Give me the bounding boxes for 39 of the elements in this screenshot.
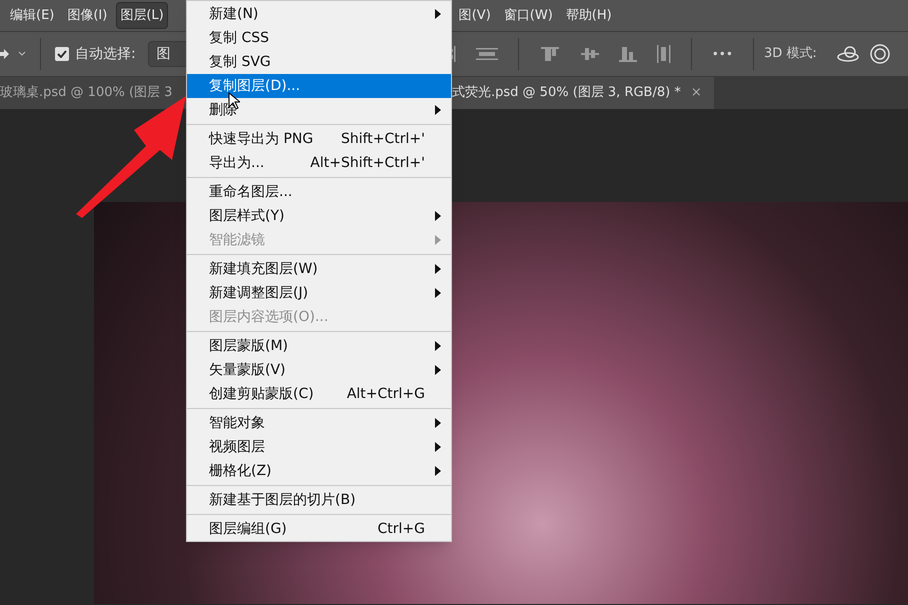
- menu-item[interactable]: 栅格化(Z): [187, 459, 451, 483]
- auto-select-label: 自动选择:: [75, 44, 136, 64]
- menu-item[interactable]: 重命名图层...: [187, 180, 451, 204]
- more-options[interactable]: •••: [712, 45, 733, 63]
- menu-item[interactable]: 图层蒙版(M): [187, 334, 451, 358]
- checkbox[interactable]: [55, 47, 69, 61]
- menu-bar-item[interactable]: 图层(L): [116, 2, 168, 30]
- orbit-icon[interactable]: [836, 44, 861, 64]
- menu-item[interactable]: 图层样式(Y): [187, 204, 451, 228]
- menu-item[interactable]: 图层编组(G) Ctrl+G: [187, 517, 451, 541]
- menu-item[interactable]: 智能对象: [187, 411, 451, 435]
- menu-item[interactable]: 导出为... Alt+Shift+Ctrl+': [187, 151, 451, 175]
- menu-item[interactable]: 视频图层: [187, 435, 451, 459]
- menu-bar-item[interactable]: 图(V): [454, 2, 495, 30]
- align-icon[interactable]: [538, 45, 561, 63]
- menu-item[interactable]: 矢量蒙版(V): [187, 358, 451, 382]
- distribute-vertical-icon[interactable]: [656, 45, 671, 63]
- distribute-icon[interactable]: [476, 48, 498, 60]
- menu-item[interactable]: 新建调整图层(J): [187, 281, 451, 305]
- menu-item[interactable]: 复制 CSS: [187, 26, 451, 50]
- menu-bar-item[interactable]: 窗口(W): [500, 2, 557, 30]
- align-middle-icon[interactable]: [580, 47, 599, 61]
- menu-bar-item[interactable]: 图像(I): [63, 2, 112, 30]
- close-tab-button[interactable]: ×: [690, 83, 702, 103]
- menu-item[interactable]: 复制 SVG: [187, 50, 451, 74]
- menu-item[interactable]: 创建剪贴蒙版(C) Alt+Ctrl+G: [187, 382, 451, 406]
- check-icon: [57, 50, 67, 58]
- move-arrow-icon[interactable]: [0, 48, 10, 60]
- 3d-mode-label: 3D 模式:: [764, 45, 817, 64]
- chevron-down-icon[interactable]: [18, 51, 26, 57]
- menu-item[interactable]: 新建(N): [187, 2, 451, 26]
- menu-item[interactable]: 快速导出为 PNG Shift+Ctrl+': [187, 127, 451, 151]
- align-bottom-icon[interactable]: [618, 45, 637, 63]
- menu-bar-item[interactable]: 编辑(E): [6, 2, 58, 30]
- rotate-icon[interactable]: [868, 43, 891, 65]
- menu-item[interactable]: 复制图层(D)...: [187, 74, 451, 98]
- menu-bar-item[interactable]: 帮助(H): [562, 2, 616, 30]
- menu-item[interactable]: 新建基于图层的切片(B): [187, 488, 451, 512]
- menu-item[interactable]: 新建填充图层(W): [187, 257, 451, 281]
